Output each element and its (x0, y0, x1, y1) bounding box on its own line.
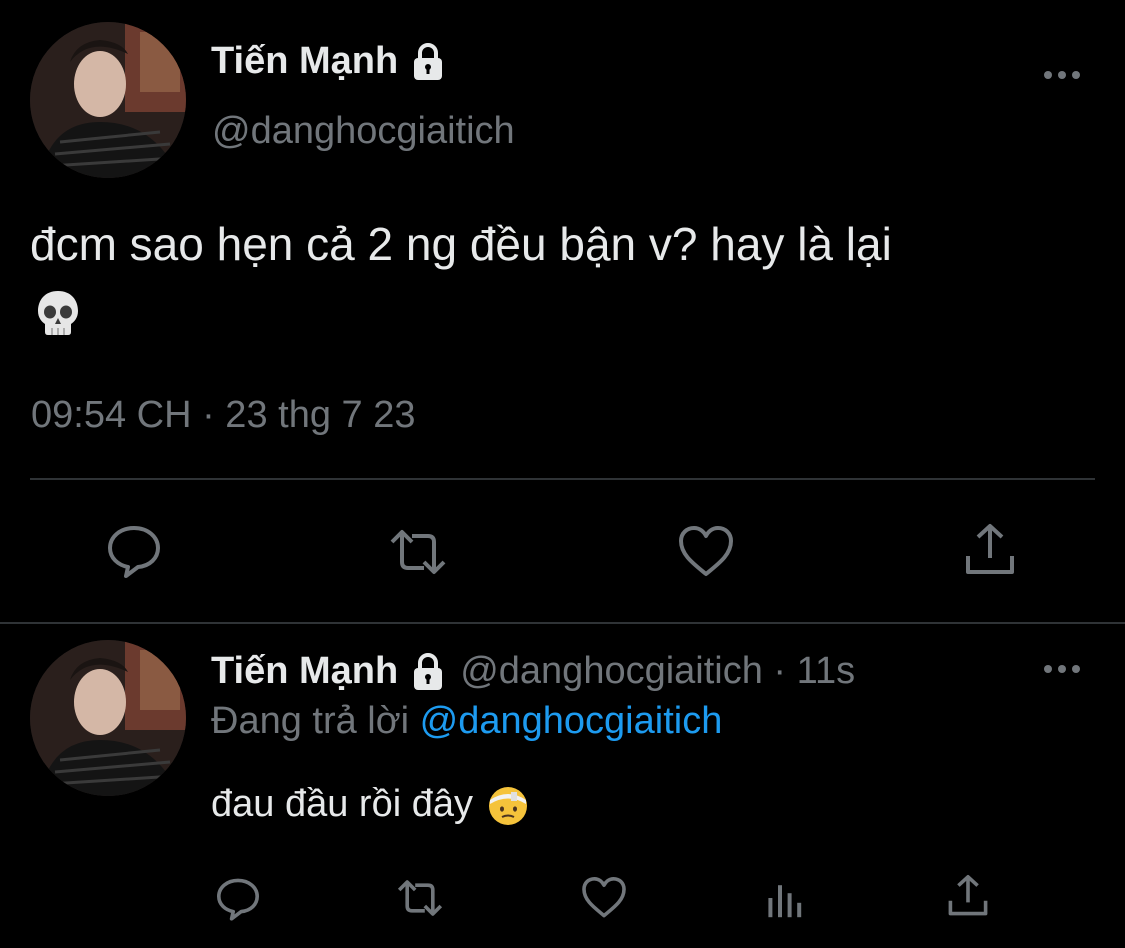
avatar[interactable] (30, 22, 186, 178)
reply-header[interactable]: Tiến Mạnh @danghocgiaitich · 11s (211, 650, 855, 693)
timestamp[interactable]: 09:54 CH · 23 thg 7 23 (31, 394, 415, 437)
reply-text: đau đầu rồi đây (211, 783, 473, 825)
like-icon[interactable] (676, 522, 736, 582)
mention-link[interactable]: @danghocgiaitich (420, 700, 723, 742)
divider (0, 622, 1125, 624)
handle[interactable]: @danghocgiaitich (212, 110, 515, 153)
tweet-text: đcm sao hẹn cả 2 ng đều bận v? hay là lạ… (30, 218, 892, 270)
replying-prefix: Đang trả lời (211, 700, 410, 742)
share-icon[interactable] (960, 520, 1020, 580)
analytics-icon[interactable] (762, 874, 810, 922)
replying-to: Đang trả lời @danghocgiaitich (211, 700, 722, 743)
more-options-icon[interactable] (1042, 68, 1082, 82)
retweet-icon[interactable] (388, 522, 448, 582)
retweet-icon[interactable] (396, 874, 444, 922)
display-name[interactable]: Tiến Mạnh (211, 40, 448, 83)
more-options-icon[interactable] (1042, 662, 1082, 676)
reply-icon[interactable] (104, 520, 164, 580)
face-with-head-bandage-icon (488, 786, 527, 825)
display-name-text: Tiến Mạnh (211, 650, 399, 692)
share-icon[interactable] (944, 872, 992, 920)
lock-icon (414, 652, 443, 690)
handle-time: @danghocgiaitich · 11s (460, 650, 856, 692)
avatar-photo (30, 22, 186, 178)
tweet-text: đau đầu rồi đây (211, 783, 529, 826)
like-icon[interactable] (580, 874, 628, 922)
divider (30, 478, 1095, 480)
lock-icon (414, 42, 443, 80)
reply-icon[interactable] (214, 874, 262, 922)
avatar[interactable] (30, 640, 186, 796)
display-name-text: Tiến Mạnh (211, 40, 399, 82)
avatar-photo (30, 640, 186, 796)
skull-icon (38, 291, 78, 335)
